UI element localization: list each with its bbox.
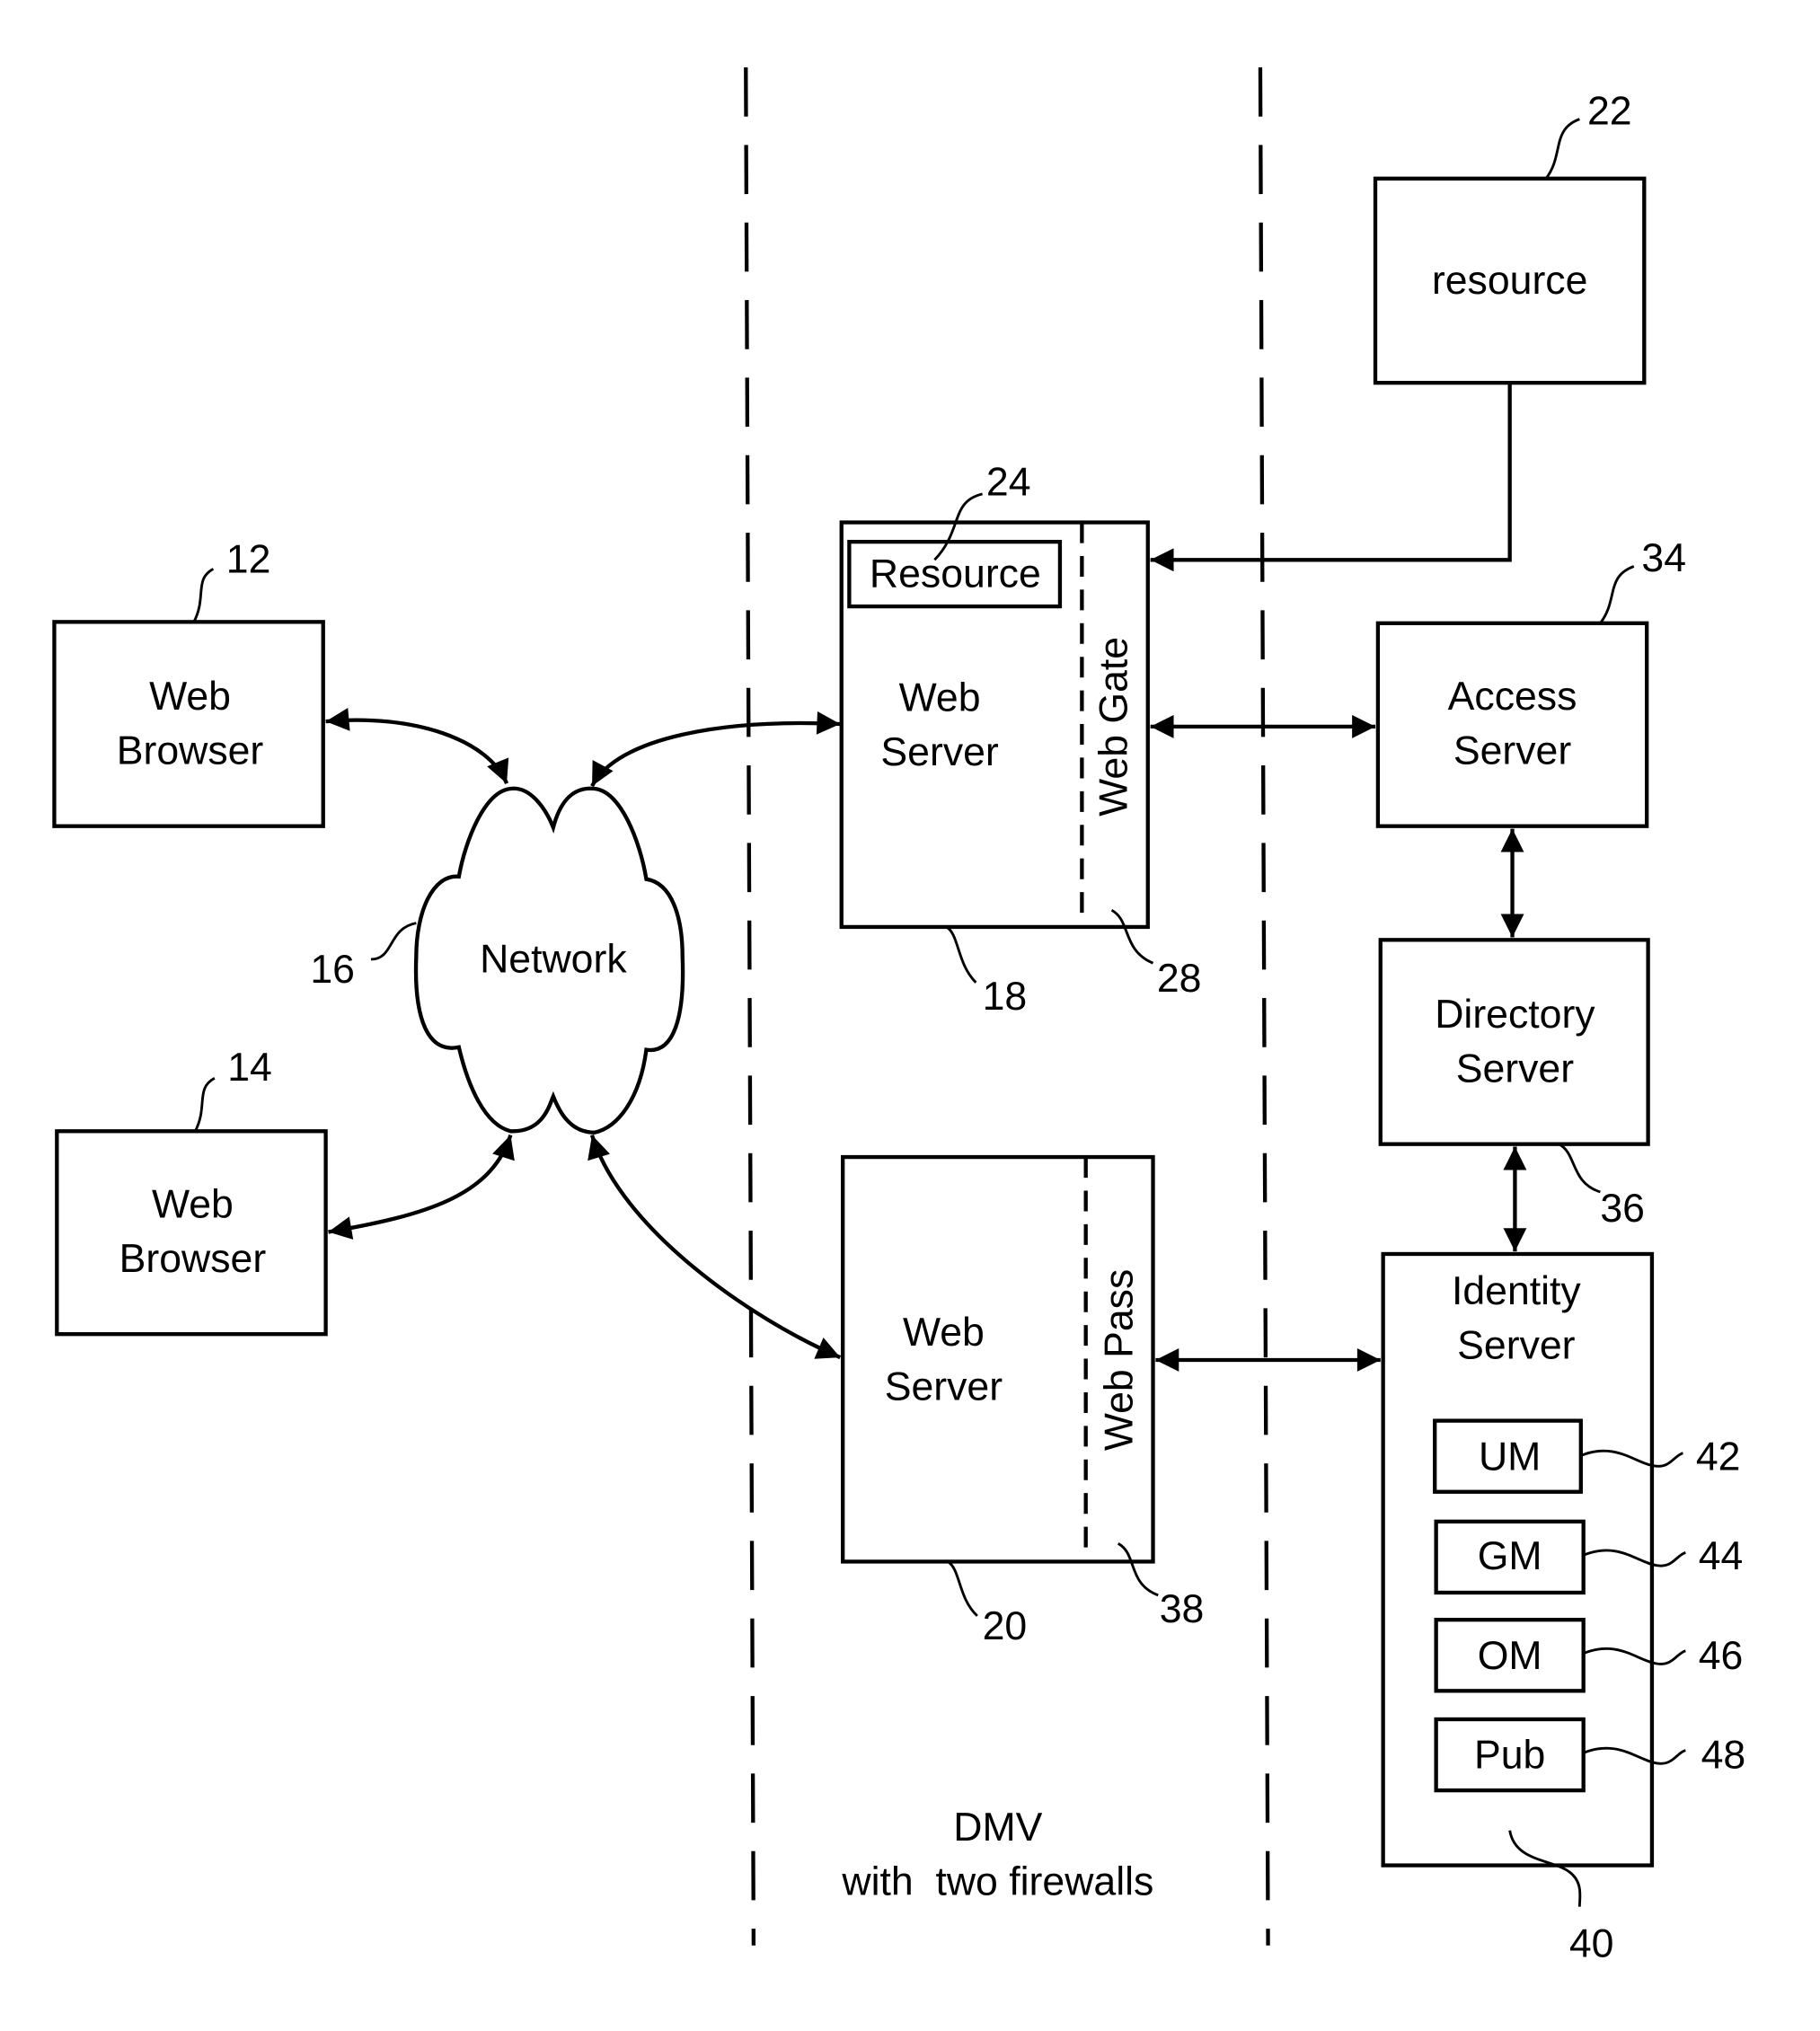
ref-leader-34	[1599, 565, 1635, 624]
identity-server-label-line1: Identity	[1452, 1269, 1581, 1313]
module-pub-label: Pub	[1474, 1734, 1545, 1778]
web-server-20-label-line1: Web	[903, 1311, 985, 1355]
web-server-18-label-line2: Server	[880, 730, 998, 774]
web-pass-label: Web Pass	[1097, 1269, 1141, 1451]
network-label: Network	[480, 937, 627, 981]
ref-number-36: 36	[1600, 1187, 1645, 1231]
firewall-caption-line1: DMV	[953, 1806, 1042, 1850]
connector-browser12-network	[325, 707, 509, 785]
ref-number-12: 12	[226, 538, 271, 582]
ref-leader-18	[945, 925, 977, 984]
network-cloud[interactable]: Network	[413, 786, 685, 1135]
ref-number-40: 40	[1569, 1922, 1614, 1966]
web-browser-12[interactable]: Web Browser	[52, 620, 325, 828]
module-pub[interactable]: Pub	[1434, 1717, 1586, 1793]
ref-number-16: 16	[310, 948, 355, 992]
ref-number-28: 28	[1157, 957, 1202, 1001]
module-om-label: OM	[1478, 1634, 1542, 1678]
ref-leader-20	[946, 1560, 978, 1617]
access-server-label-line1: Access	[1448, 675, 1577, 719]
module-om[interactable]: OM	[1434, 1618, 1586, 1693]
firewall-caption-line2: with two firewalls	[841, 1860, 1153, 1904]
ref-number-22: 22	[1587, 89, 1632, 133]
directory-server-36[interactable]: Directory Server	[1378, 938, 1650, 1146]
connector-browser14-network	[328, 1134, 515, 1240]
web-server-18-label-line1: Web	[899, 676, 981, 720]
access-server-label-line2: Server	[1453, 729, 1571, 773]
connector-resource22-webgate	[1150, 383, 1512, 572]
module-gm-label: GM	[1478, 1534, 1542, 1578]
resource-24[interactable]: Resource	[847, 539, 1063, 609]
ref-leader-12	[192, 568, 215, 623]
web-browser-12-label-line1: Web	[149, 675, 231, 719]
web-browser-14-label-line2: Browser	[119, 1237, 267, 1281]
web-browser-14-label-line1: Web	[152, 1183, 234, 1227]
module-gm[interactable]: GM	[1434, 1519, 1586, 1595]
ref-number-34: 34	[1641, 536, 1686, 580]
ref-leader-22	[1544, 118, 1580, 180]
ref-number-44: 44	[1699, 1534, 1744, 1578]
web-server-20-label-line2: Server	[885, 1365, 1003, 1409]
ref-number-46: 46	[1699, 1634, 1744, 1678]
module-um-label: UM	[1479, 1435, 1541, 1479]
ref-number-42: 42	[1696, 1435, 1741, 1479]
ref-number-20: 20	[983, 1604, 1028, 1648]
ref-leader-14	[193, 1077, 216, 1132]
ref-number-24: 24	[986, 460, 1031, 504]
web-browser-12-label-line2: Browser	[117, 729, 264, 773]
firewall-line-right	[1258, 67, 1270, 1946]
ref-number-14: 14	[227, 1046, 272, 1090]
ref-number-48: 48	[1701, 1734, 1746, 1778]
web-gate-label: Web Gate	[1092, 637, 1136, 817]
resource-22-label: resource	[1432, 259, 1588, 303]
directory-server-label-line2: Server	[1456, 1047, 1574, 1091]
firewall-line-left	[744, 67, 756, 1946]
identity-server-label-line2: Server	[1457, 1324, 1575, 1368]
ref-leader-36	[1558, 1143, 1601, 1194]
web-browser-14[interactable]: Web Browser	[55, 1129, 328, 1337]
ref-number-38: 38	[1160, 1587, 1205, 1631]
web-server-20[interactable]: Web Server Web Pass	[841, 1154, 1155, 1564]
resource-24-label: Resource	[870, 552, 1041, 596]
connector-network-webserver20	[588, 1134, 842, 1360]
connector-network-webserver18	[590, 711, 841, 788]
resource-22[interactable]: resource	[1373, 176, 1647, 385]
access-server-34[interactable]: Access Server	[1375, 621, 1649, 828]
architecture-diagram: Web Browser 12 Web Browser 14 Network 16…	[52, 67, 1746, 1966]
directory-server-label-line1: Directory	[1435, 993, 1595, 1037]
ref-leader-16	[370, 922, 417, 961]
module-um[interactable]: UM	[1433, 1418, 1583, 1494]
ref-number-18: 18	[983, 975, 1028, 1019]
